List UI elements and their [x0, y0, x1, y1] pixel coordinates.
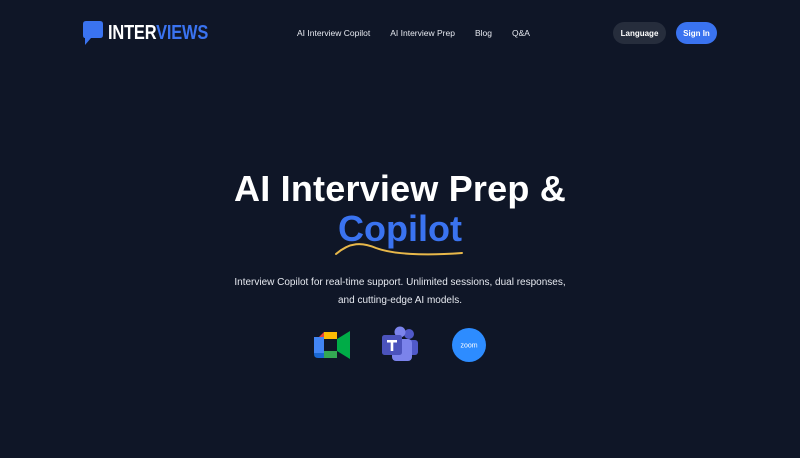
sign-in-button[interactable]: Sign In	[676, 22, 717, 44]
landing-page: INTERVIEWS AI Interview Copilot AI Inter…	[0, 0, 800, 458]
main-nav: AI Interview Copilot AI Interview Prep B…	[297, 26, 530, 40]
language-button[interactable]: Language	[613, 22, 666, 44]
nav-blog[interactable]: Blog	[475, 26, 492, 40]
microsoft-teams-icon	[382, 326, 418, 361]
logo[interactable]: INTERVIEWS	[82, 19, 230, 47]
logo-text: INTERVIEWS	[108, 19, 208, 47]
nav-ai-interview-copilot[interactable]: AI Interview Copilot	[297, 26, 370, 40]
site-header: INTERVIEWS AI Interview Copilot AI Inter…	[0, 0, 800, 66]
speech-bubble-icon	[83, 21, 103, 45]
integration-icons: zoom	[0, 325, 800, 365]
underline-stroke-icon	[335, 243, 463, 256]
zoom-label: zoom	[460, 343, 477, 350]
hero-accent-block: Copilot	[0, 208, 800, 260]
nav-qa[interactable]: Q&A	[512, 26, 530, 40]
logo-text-views: VIEWS	[156, 22, 209, 44]
logo-text-inter: INTER	[108, 22, 157, 44]
zoom-icon: zoom	[452, 328, 486, 362]
google-meet-icon	[314, 331, 350, 359]
nav-ai-interview-prep[interactable]: AI Interview Prep	[390, 26, 455, 40]
hero-title: AI Interview Prep &	[234, 168, 566, 209]
hero-subtitle: Interview Copilot for real-time support.…	[234, 277, 566, 306]
